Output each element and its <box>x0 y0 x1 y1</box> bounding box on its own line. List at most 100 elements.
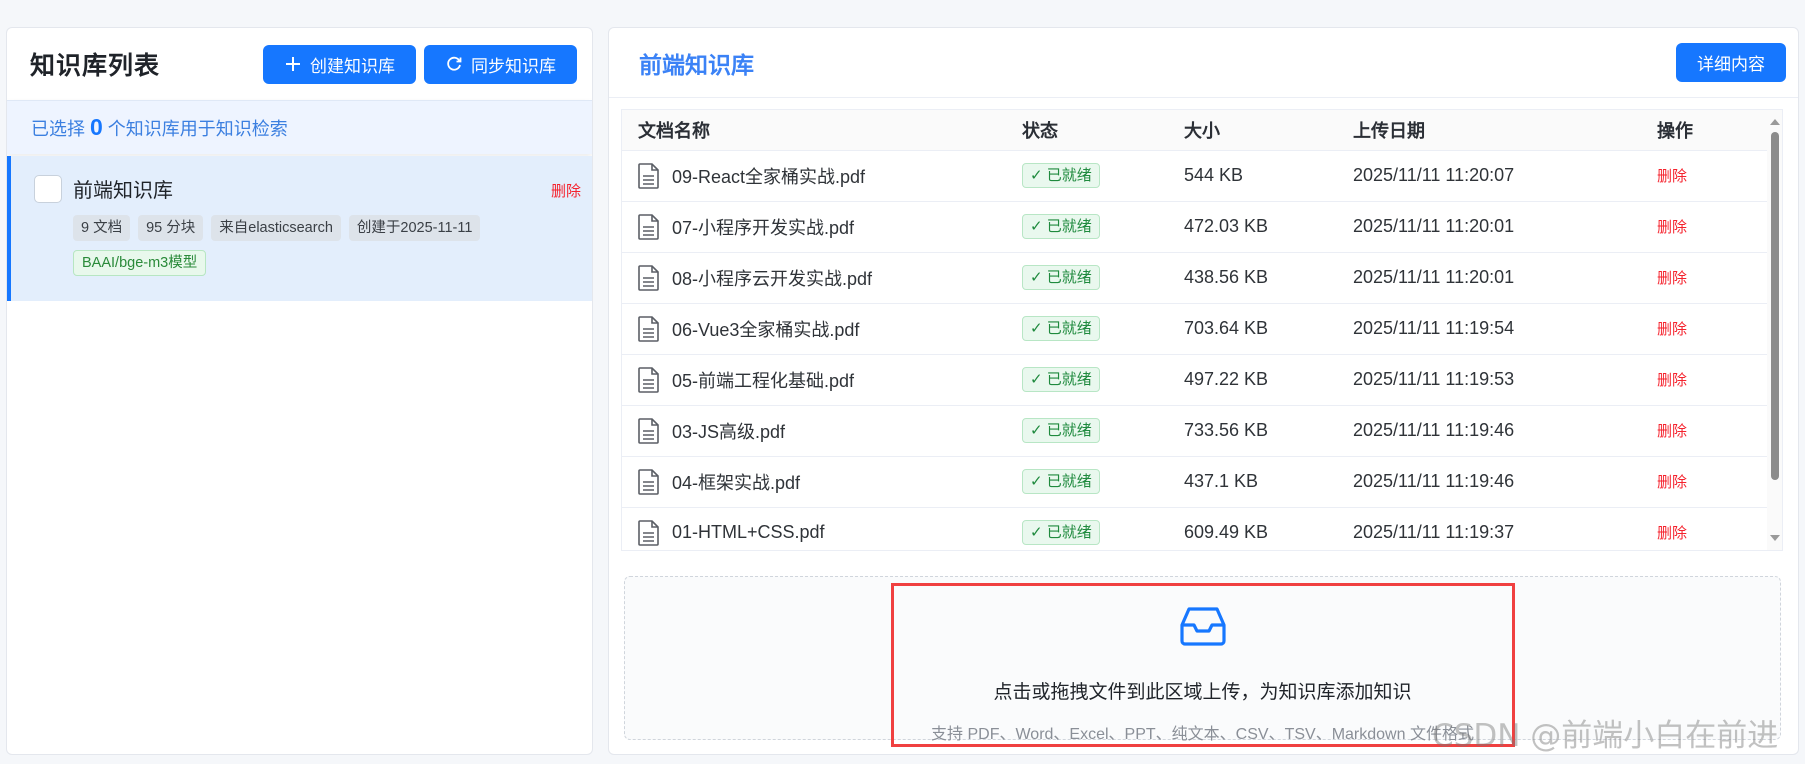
selection-count: 0 <box>90 114 103 140</box>
status-cell: ✓ 已就绪 <box>1022 302 1184 354</box>
knowledge-base-checkbox[interactable] <box>34 174 62 203</box>
table-header-row: 文档名称 状态 大小 上传日期 操作 <box>622 110 1767 150</box>
document-name-cell: 05-前端工程化基础.pdf <box>622 353 1022 405</box>
upload-date-cell: 2025/11/11 11:19:46 <box>1353 404 1657 456</box>
upload-date-cell: 2025/11/11 11:20:01 <box>1353 251 1657 303</box>
knowledge-base-item[interactable]: 前端知识库 删除 9 文档 95 分块 来自elasticsearch 创建于2… <box>7 156 592 301</box>
document-name: 01-HTML+CSS.pdf <box>672 522 825 543</box>
table-row: 07-小程序开发实战.pdf ✓ 已就绪 472.03 KB 2025/11/11 1… <box>622 200 1767 252</box>
status-badge: ✓ 已就绪 <box>1022 469 1100 494</box>
document-name: 07-小程序开发实战.pdf <box>672 217 855 238</box>
delete-document-link[interactable]: 删除 <box>1657 474 1687 491</box>
header-status: 状态 <box>1022 110 1184 150</box>
left-panel-header: 知识库列表 创建知识库 同步知识库 <box>7 28 592 100</box>
source-tag: 来自elasticsearch <box>211 215 341 241</box>
model-tag: BAAI/bge-m3模型 <box>73 250 207 276</box>
document-name: 04-框架实战.pdf <box>672 472 801 493</box>
sync-button-label: 同步知识库 <box>471 56 556 76</box>
status-badge: ✓ 已就绪 <box>1022 367 1100 392</box>
upload-title: 点击或拖拽文件到此区域上传，为知识库添加知识 <box>993 682 1412 703</box>
upload-date-cell: 2025/11/11 11:19:54 <box>1353 302 1657 354</box>
file-icon <box>638 264 662 291</box>
status-cell: ✓ 已就绪 <box>1022 404 1184 456</box>
status-cell: ✓ 已就绪 <box>1022 353 1184 405</box>
document-name: 09-React全家桶实战.pdf <box>672 166 866 187</box>
status-cell: ✓ 已就绪 <box>1022 251 1184 303</box>
file-icon <box>638 162 662 189</box>
file-icon <box>638 315 662 342</box>
header-operation: 操作 <box>1657 110 1767 150</box>
upload-date-cell: 2025/11/11 11:20:01 <box>1353 200 1657 252</box>
document-name-cell: 03-JS高级.pdf <box>622 404 1022 456</box>
size-cell: 438.56 KB <box>1184 251 1353 303</box>
created-date-tag: 创建于2025-11-11 <box>348 215 481 241</box>
chunk-count-tag: 95 分块 <box>138 215 204 241</box>
knowledge-base-name: 前端知识库 <box>73 180 173 202</box>
status-badge: ✓ 已就绪 <box>1022 214 1100 239</box>
header-document-name: 文档名称 <box>622 110 1022 150</box>
delete-document-link[interactable]: 删除 <box>1657 321 1687 338</box>
document-name-cell: 01-HTML+CSS.pdf <box>622 506 1022 550</box>
file-icon <box>638 417 662 444</box>
status-badge: ✓ 已就绪 <box>1022 265 1100 290</box>
table-row: 01-HTML+CSS.pdf ✓ 已就绪 609.49 KB 2025/11/11 … <box>622 506 1767 550</box>
operation-cell: 删除 <box>1657 353 1767 405</box>
document-name: 06-Vue3全家桶实战.pdf <box>672 319 860 340</box>
operation-cell: 删除 <box>1657 200 1767 252</box>
upload-hint: 支持 PDF、Word、Excel、PPT、纯文本、CSV、TSV、Markdo… <box>931 726 1474 743</box>
document-table-container: 文档名称 状态 大小 上传日期 操作 09-React全家桶实战.pdf ✓ 已就… <box>621 109 1783 551</box>
knowledge-base-list-panel: 知识库列表 创建知识库 同步知识库 已选择 0 个知识库用于知识检索 前端知识库 <box>6 27 593 755</box>
table-row: 08-小程序云开发实战.pdf ✓ 已就绪 438.56 KB 2025/11/11 … <box>622 251 1767 303</box>
size-cell: 472.03 KB <box>1184 200 1353 252</box>
scroll-up-arrow-icon[interactable] <box>1770 119 1780 125</box>
inbox-icon <box>1179 601 1227 649</box>
document-name-cell: 09-React全家桶实战.pdf <box>622 149 1022 201</box>
selection-prefix: 已选择 <box>31 118 85 139</box>
create-knowledge-base-button[interactable]: 创建知识库 <box>263 44 416 84</box>
delete-document-link[interactable]: 删除 <box>1657 423 1687 440</box>
operation-cell: 删除 <box>1657 404 1767 456</box>
doc-count-tag: 9 文档 <box>73 215 131 241</box>
operation-cell: 删除 <box>1657 302 1767 354</box>
knowledge-base-tags: 9 文档 95 分块 来自elasticsearch 创建于2025-11-11… <box>73 215 543 276</box>
knowledge-base-delete-link[interactable]: 删除 <box>551 180 581 201</box>
upload-date-cell: 2025/11/11 11:19:46 <box>1353 455 1657 507</box>
left-panel-title: 知识库列表 <box>30 52 161 80</box>
document-name-cell: 07-小程序开发实战.pdf <box>622 200 1022 252</box>
sync-knowledge-base-button[interactable]: 同步知识库 <box>424 44 577 84</box>
scrollbar-thumb[interactable] <box>1771 132 1779 480</box>
status-cell: ✓ 已就绪 <box>1022 506 1184 550</box>
table-row: 05-前端工程化基础.pdf ✓ 已就绪 497.22 KB 2025/11/11 1… <box>622 353 1767 405</box>
document-name-cell: 06-Vue3全家桶实战.pdf <box>622 302 1022 354</box>
table-row: 04-框架实战.pdf ✓ 已就绪 437.1 KB 2025/11/11 11:19… <box>622 455 1767 507</box>
operation-cell: 删除 <box>1657 251 1767 303</box>
file-icon <box>638 468 662 495</box>
status-badge: ✓ 已就绪 <box>1022 418 1100 443</box>
status-cell: ✓ 已就绪 <box>1022 149 1184 201</box>
file-icon <box>638 519 662 546</box>
upload-date-cell: 2025/11/11 11:19:53 <box>1353 353 1657 405</box>
watermark: CSDN @前端小白在前进 <box>1432 718 1779 754</box>
delete-document-link[interactable]: 删除 <box>1657 270 1687 287</box>
document-name: 03-JS高级.pdf <box>672 421 786 442</box>
size-cell: 497.22 KB <box>1184 353 1353 405</box>
right-panel-title: 前端知识库 <box>639 51 754 78</box>
delete-document-link[interactable]: 删除 <box>1657 372 1687 389</box>
status-cell: ✓ 已就绪 <box>1022 455 1184 507</box>
knowledge-base-detail-panel: 前端知识库 详细内容 文档名称 状态 大小 上传日期 操作 09-React全家… <box>608 27 1799 755</box>
file-icon <box>638 366 662 393</box>
selection-summary: 已选择 0 个知识库用于知识检索 <box>7 100 592 154</box>
document-name-cell: 04-框架实战.pdf <box>622 455 1022 507</box>
delete-document-link[interactable]: 删除 <box>1657 525 1687 542</box>
size-cell: 544 KB <box>1184 149 1353 201</box>
detail-content-button[interactable]: 详细内容 <box>1676 43 1786 82</box>
scroll-down-arrow-icon[interactable] <box>1770 535 1780 541</box>
create-button-label: 创建知识库 <box>310 56 395 76</box>
selection-suffix: 个知识库用于知识检索 <box>107 118 288 139</box>
table-scrollbar[interactable] <box>1767 110 1782 550</box>
operation-cell: 删除 <box>1657 455 1767 507</box>
status-cell: ✓ 已就绪 <box>1022 200 1184 252</box>
document-name-cell: 08-小程序云开发实战.pdf <box>622 251 1022 303</box>
delete-document-link[interactable]: 删除 <box>1657 168 1687 185</box>
delete-document-link[interactable]: 删除 <box>1657 219 1687 236</box>
